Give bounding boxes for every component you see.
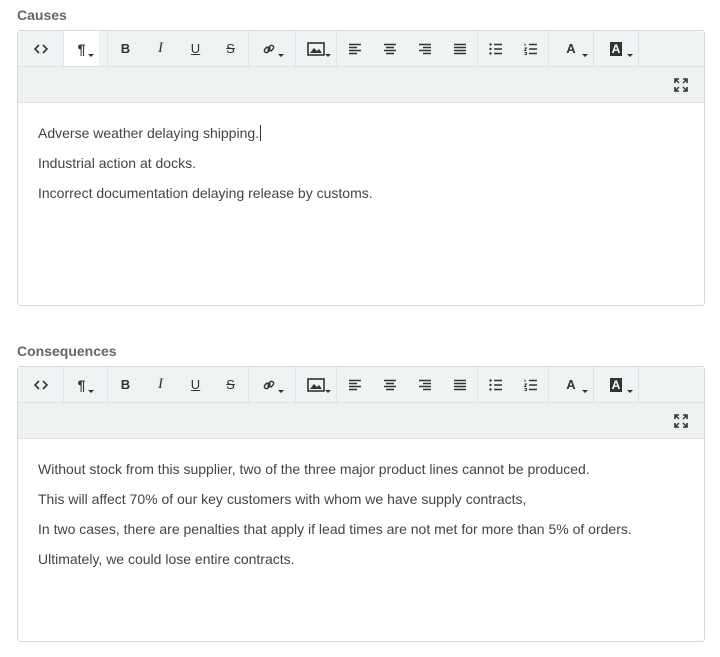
align-left-icon	[348, 379, 361, 390]
font-color-button[interactable]: A	[549, 367, 593, 402]
text-line: Without stock from this supplier, two of…	[38, 461, 590, 477]
chevron-down-icon	[627, 54, 633, 57]
image-icon	[307, 41, 325, 56]
text-cursor	[260, 125, 262, 141]
causes-content[interactable]: Adverse weather delaying shipping. Indus…	[18, 103, 704, 225]
underline-button[interactable]: U	[178, 31, 213, 66]
chevron-down-icon	[582, 54, 588, 57]
align-justify-icon	[453, 379, 466, 390]
fullscreen-button[interactable]	[668, 409, 694, 433]
consequences-editor: ¶ B I U S A A Without stock from this su…	[17, 366, 705, 642]
font-color-button[interactable]: A	[549, 31, 593, 66]
code-view-button[interactable]	[18, 31, 63, 66]
paragraph-format-button[interactable]: ¶	[64, 367, 99, 402]
font-color-icon: A	[566, 41, 576, 56]
underline-button[interactable]: U	[178, 367, 213, 402]
underline-icon: U	[190, 41, 201, 56]
background-color-button[interactable]: A	[594, 367, 638, 402]
paragraph-icon: ¶	[77, 40, 86, 57]
bullet-list-icon	[488, 42, 502, 55]
code-view-button[interactable]	[18, 367, 63, 402]
code-icon	[33, 43, 48, 54]
align-center-icon	[383, 379, 396, 390]
chevron-down-icon	[325, 54, 331, 57]
link-icon	[263, 44, 275, 53]
fullscreen-button[interactable]	[668, 73, 694, 97]
bullet-list-icon	[488, 378, 502, 391]
bold-icon: B	[120, 41, 131, 56]
numbered-list-button[interactable]	[513, 367, 548, 402]
fullscreen-icon	[674, 78, 688, 92]
numbered-list-button[interactable]	[513, 31, 548, 66]
strikethrough-button[interactable]: S	[213, 31, 248, 66]
link-button[interactable]	[249, 31, 289, 66]
strikethrough-button[interactable]: S	[213, 367, 248, 402]
chevron-down-icon	[582, 390, 588, 393]
consequences-toolbar-secondary	[18, 403, 704, 439]
align-right-icon	[418, 379, 431, 390]
chevron-down-icon	[278, 390, 284, 393]
align-center-icon	[383, 43, 396, 54]
chevron-down-icon	[88, 54, 94, 57]
bold-button[interactable]: B	[108, 367, 143, 402]
italic-button[interactable]: I	[143, 367, 178, 402]
background-color-button[interactable]: A	[594, 31, 638, 66]
image-button[interactable]	[296, 367, 336, 402]
strikethrough-icon: S	[226, 377, 235, 392]
strikethrough-icon: S	[226, 41, 235, 56]
italic-button[interactable]: I	[143, 31, 178, 66]
text-line: Incorrect documentation delaying release…	[38, 185, 373, 201]
causes-editor: ¶ B I U S A A Adverse weather delaying s…	[17, 30, 705, 306]
causes-label: Causes	[17, 7, 67, 23]
bullet-list-button[interactable]	[478, 31, 513, 66]
consequences-label: Consequences	[17, 343, 117, 359]
align-left-icon	[348, 43, 361, 54]
consequences-toolbar: ¶ B I U S A A	[18, 367, 704, 403]
image-button[interactable]	[296, 31, 336, 66]
text-line: In two cases, there are penalties that a…	[38, 521, 632, 537]
text-line: Ultimately, we could lose entire contrac…	[38, 551, 295, 567]
bold-icon: B	[120, 377, 131, 392]
align-justify-button[interactable]	[442, 367, 477, 402]
chevron-down-icon	[278, 54, 284, 57]
align-left-button[interactable]	[337, 31, 372, 66]
fullscreen-icon	[674, 414, 688, 428]
text-line: This will affect 70% of our key customer…	[38, 491, 527, 507]
causes-toolbar-secondary	[18, 67, 704, 103]
font-color-icon: A	[566, 377, 576, 392]
bullet-list-button[interactable]	[478, 367, 513, 402]
align-left-button[interactable]	[337, 367, 372, 402]
chevron-down-icon	[325, 390, 331, 393]
align-center-button[interactable]	[372, 31, 407, 66]
align-right-button[interactable]	[407, 367, 442, 402]
numbered-list-icon	[523, 379, 537, 391]
align-right-button[interactable]	[407, 31, 442, 66]
bold-button[interactable]: B	[108, 31, 143, 66]
underline-icon: U	[190, 377, 201, 392]
paragraph-icon: ¶	[77, 376, 86, 393]
paragraph-format-button[interactable]: ¶	[64, 31, 99, 66]
link-icon	[263, 380, 275, 389]
background-color-icon: A	[609, 41, 623, 56]
align-center-button[interactable]	[372, 367, 407, 402]
align-right-icon	[418, 43, 431, 54]
italic-icon: I	[158, 40, 163, 56]
chevron-down-icon	[627, 390, 633, 393]
text-line: Adverse weather delaying shipping.	[38, 125, 260, 141]
chevron-down-icon	[88, 390, 94, 393]
numbered-list-icon	[523, 43, 537, 55]
causes-toolbar: ¶ B I U S A A	[18, 31, 704, 67]
consequences-content[interactable]: Without stock from this supplier, two of…	[18, 439, 704, 591]
link-button[interactable]	[249, 367, 289, 402]
align-justify-button[interactable]	[442, 31, 477, 66]
background-color-icon: A	[609, 377, 623, 392]
code-icon	[33, 379, 48, 390]
italic-icon: I	[158, 376, 163, 392]
image-icon	[307, 377, 325, 392]
text-line: Industrial action at docks.	[38, 155, 196, 171]
align-justify-icon	[453, 43, 466, 54]
